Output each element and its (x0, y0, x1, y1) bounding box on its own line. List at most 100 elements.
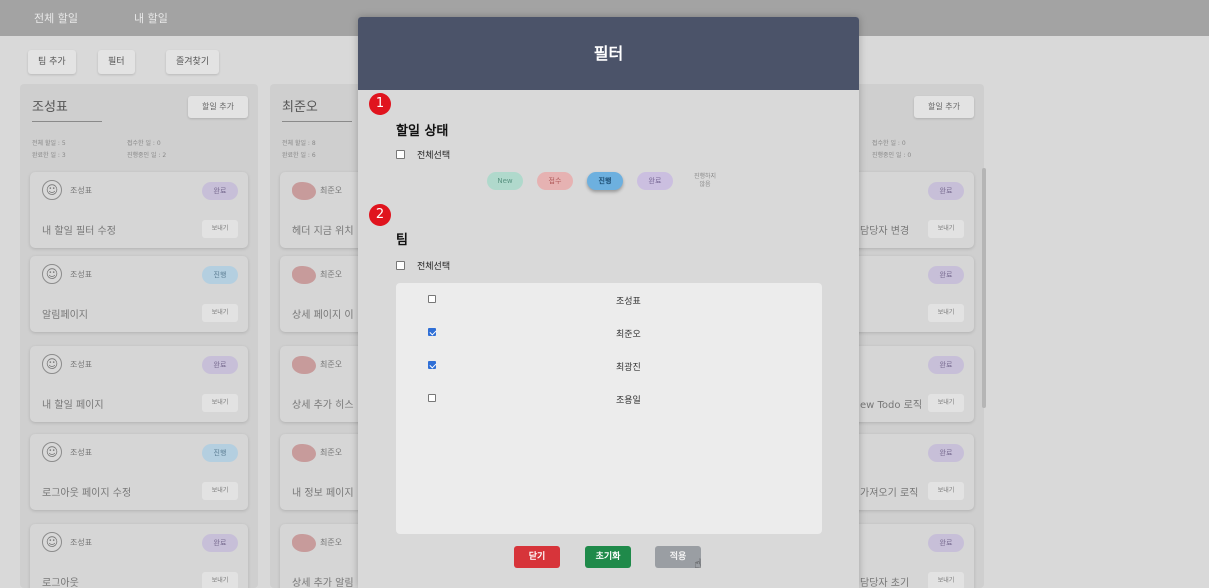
card-title: 로그아웃 (42, 578, 79, 588)
column-title: 최준오 (282, 96, 352, 122)
send-button[interactable]: 보내기 (928, 572, 964, 588)
stat-accepted: 접수한 일 : 0 (872, 140, 906, 147)
checkbox-label: 전체선택 (417, 151, 451, 161)
send-button[interactable]: 보내기 (928, 482, 964, 500)
card-title: 담당자 변경 (860, 226, 910, 237)
card-title: 헤더 지금 위치 (292, 226, 354, 237)
card-title: 내 정보 페이지 (292, 488, 354, 499)
smiley-avatar-icon: ☺ (42, 442, 62, 462)
column-title: 조성표 (32, 96, 102, 122)
todo-card[interactable]: ☺ 조성표 완료 내 할일 필터 수정 보내기 (30, 172, 248, 248)
status-chip-done[interactable]: 완료 (637, 172, 673, 190)
favorites-button[interactable]: 즐겨찾기 (166, 50, 220, 74)
tab-my-todos[interactable]: 내 할일 (134, 10, 168, 26)
stat-done: 완료한 일 : 3 (32, 152, 66, 159)
reset-button[interactable]: 초기화 (585, 546, 631, 568)
checkbox[interactable] (396, 150, 405, 159)
card-user: 최준오 (320, 186, 343, 195)
status-select-all[interactable]: 전체선택 (396, 148, 450, 161)
status-badge: 완료 (202, 182, 238, 200)
card-title: 내 할일 페이지 (42, 400, 104, 411)
card-user: 최준오 (320, 270, 343, 279)
team-select-all[interactable]: 전체선택 (396, 259, 450, 272)
stat-in-progress: 진행중인 일 : 2 (127, 152, 167, 159)
modal-title: 필터 (358, 17, 859, 90)
filter-modal: 필터 1 할일 상태 전체선택 New 접수 진행 완료 진행하지 않음 2 팀… (358, 17, 859, 588)
card-user: 조성표 (70, 360, 93, 369)
status-badge: 완료 (928, 534, 964, 552)
status-chip-not-started[interactable]: 진행하지 않음 (687, 172, 723, 190)
close-button[interactable]: 닫기 (514, 546, 560, 568)
send-button[interactable]: 보내기 (202, 572, 238, 588)
team-member-row[interactable]: 조용일 (396, 389, 822, 409)
send-button[interactable]: 보내기 (202, 482, 238, 500)
member-name: 조용일 (616, 396, 641, 406)
team-member-row[interactable]: 최준오 (396, 323, 822, 343)
stat-accepted: 접수한 일 : 0 (127, 140, 161, 147)
status-chip-accepted[interactable]: 접수 (537, 172, 573, 190)
status-badge: 진행 (202, 266, 238, 284)
card-title: 상세 추가 알림 (292, 578, 354, 588)
card-user: 최준오 (320, 448, 343, 457)
card-title: 로그아웃 페이지 수정 (42, 488, 132, 499)
checkbox[interactable] (396, 261, 405, 270)
avatar-image-icon (292, 356, 316, 374)
team-member-row[interactable]: 조성표 (396, 290, 822, 310)
column-stats: 접수한 일 : 0 진행중인 일 : 0 (872, 138, 984, 162)
status-badge: 완료 (928, 182, 964, 200)
status-badge: 완료 (928, 444, 964, 462)
scrollbar[interactable] (982, 168, 986, 408)
team-column-left: 조성표 할일 추가 전체 할일 : 5 접수한 일 : 0 완료한 일 : 3 진행… (20, 84, 258, 588)
todo-card[interactable]: ☺ 조성표 완료 로그아웃 보내기 (30, 524, 248, 588)
checkbox[interactable] (428, 394, 436, 402)
avatar-image-icon (292, 266, 316, 284)
status-section-title: 할일 상태 (396, 124, 449, 139)
add-team-button[interactable]: 팀 추가 (28, 50, 76, 74)
annotation-marker-2: 2 (369, 204, 391, 226)
hand-cursor-icon: ☝ (694, 557, 702, 572)
smiley-avatar-icon: ☺ (42, 354, 62, 374)
card-title: 가져오기 로직 (860, 488, 919, 499)
status-badge: 완료 (928, 356, 964, 374)
member-name: 최준오 (616, 330, 641, 340)
checkbox[interactable] (428, 361, 436, 369)
tab-all-todos[interactable]: 전체 할일 (34, 10, 78, 26)
stat-in-progress: 진행중인 일 : 0 (872, 152, 912, 159)
card-title: 내 할일 필터 수정 (42, 226, 116, 237)
card-user: 조성표 (70, 186, 93, 195)
avatar-image-icon (292, 182, 316, 200)
send-button[interactable]: 보내기 (928, 394, 964, 412)
add-todo-button[interactable]: 할일 추가 (914, 96, 974, 118)
team-section-title: 팀 (396, 233, 408, 248)
team-list: 조성표 최준오 최광진 조용일 (396, 283, 822, 534)
todo-card[interactable]: ☺ 조성표 완료 내 할일 페이지 보내기 (30, 346, 248, 422)
checkbox[interactable] (428, 295, 436, 303)
team-member-row[interactable]: 최광진 (396, 356, 822, 376)
card-user: 최준오 (320, 538, 343, 547)
status-badge: 진행 (202, 444, 238, 462)
card-user: 조성표 (70, 448, 93, 457)
card-title: 상세 페이지 이 (292, 310, 354, 321)
annotation-marker-1: 1 (369, 93, 391, 115)
member-name: 최광진 (616, 363, 641, 373)
todo-card[interactable]: ☺ 조성표 진행 로그아웃 페이지 수정 보내기 (30, 434, 248, 510)
status-chip-in-progress[interactable]: 진행 (587, 172, 623, 190)
status-badge: 완료 (928, 266, 964, 284)
send-button[interactable]: 보내기 (202, 220, 238, 238)
card-title: 알림페이지 (42, 310, 88, 321)
card-title: ew Todo 로직 (860, 400, 923, 411)
filter-button[interactable]: 필터 (98, 50, 135, 74)
send-button[interactable]: 보내기 (202, 304, 238, 322)
avatar-image-icon (292, 534, 316, 552)
status-badge: 완료 (202, 356, 238, 374)
todo-card[interactable]: ☺ 조성표 진행 알림페이지 보내기 (30, 256, 248, 332)
send-button[interactable]: 보내기 (928, 304, 964, 322)
send-button[interactable]: 보내기 (202, 394, 238, 412)
send-button[interactable]: 보내기 (928, 220, 964, 238)
card-title: 상세 추가 히스 (292, 400, 354, 411)
add-todo-button[interactable]: 할일 추가 (188, 96, 248, 118)
checkbox[interactable] (428, 328, 436, 336)
member-name: 조성표 (616, 297, 641, 307)
card-user: 최준오 (320, 360, 343, 369)
status-chip-new[interactable]: New (487, 172, 523, 190)
